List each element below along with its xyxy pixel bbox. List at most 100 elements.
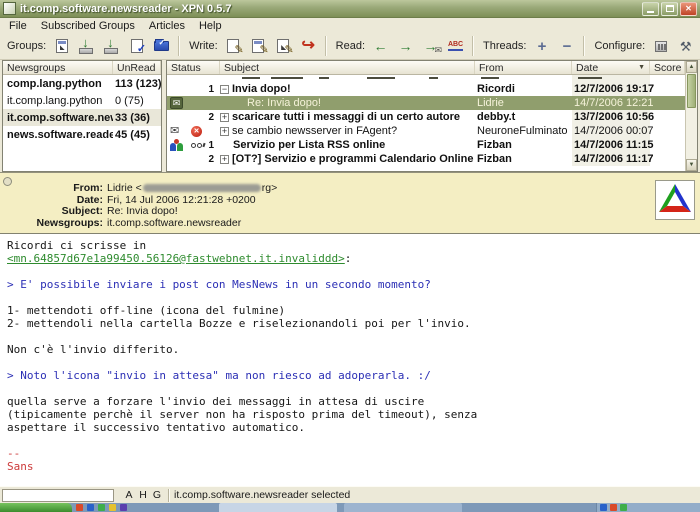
body-line: 1- mettendoti off-line (icona del fulmin… <box>7 304 693 317</box>
reply-by-mail-button[interactable]: ↪ <box>297 35 320 57</box>
get-articles-all-button[interactable]: ↓ <box>75 35 98 57</box>
filters-button[interactable] <box>649 35 672 57</box>
new-article-button[interactable]: ✎ <box>222 35 245 57</box>
next-article-button[interactable]: → <box>394 35 417 57</box>
settings-button[interactable]: ⚒ <box>674 35 697 57</box>
expand-thread-icon[interactable]: + <box>220 113 229 122</box>
collapse-thread-icon[interactable]: − <box>220 85 229 94</box>
xpn-window: it.comp.software.newsreader - XPN 0.5.7 … <box>0 0 700 512</box>
message-row-selected[interactable]: ✉ Re: Invia dopo! Lidrie 14/7/2006 12:21 <box>167 96 685 110</box>
newsgroups-panel: Newsgroups UnRead comp.lang.python 113 (… <box>2 60 162 172</box>
system-tray[interactable] <box>596 503 700 512</box>
collapse-threads-button[interactable]: − <box>555 35 578 57</box>
quick-launch-icon[interactable] <box>76 504 83 511</box>
body-line: Ricordi ci scrisse in <box>7 239 693 252</box>
scrollbar-thumb[interactable] <box>687 74 696 108</box>
clipped-date <box>572 75 650 82</box>
score-cell <box>650 152 685 166</box>
newsgroups-label: Newsgroups: <box>0 218 103 230</box>
menu-subscribed-groups[interactable]: Subscribed Groups <box>34 20 142 32</box>
expand-threads-button[interactable]: + <box>530 35 553 57</box>
download-arrow-icon: ↓ <box>82 36 89 49</box>
get-articles-button[interactable]: ↓ <box>100 35 123 57</box>
score-cell <box>650 82 685 96</box>
mark-group-read-button[interactable]: ✓ <box>125 35 148 57</box>
app-icon[interactable] <box>3 2 16 15</box>
quick-launch[interactable] <box>72 503 212 512</box>
collapse-header-icon[interactable] <box>3 177 12 186</box>
message-row[interactable]: 1 Servizio per Lista RSS online Fizban 1… <box>167 138 685 152</box>
newsgroup-row[interactable]: comp.lang.python 113 (123) <box>3 75 161 92</box>
date-text: 13/7/2006 10:56 <box>572 110 650 124</box>
clipped-message-row[interactable] <box>167 75 685 82</box>
mark-all-read-button[interactable]: ABC <box>444 35 467 57</box>
newsgroup-unread-count: 33 (36) <box>113 112 161 124</box>
quick-launch-icon[interactable] <box>120 504 127 511</box>
flag-a: A <box>122 489 136 501</box>
minimize-button[interactable] <box>642 2 659 16</box>
newsgroup-row[interactable]: news.software.readers 45 (45) <box>3 126 161 143</box>
watched-thread-icon <box>191 143 205 148</box>
reply-button[interactable]: ✎ <box>247 35 270 57</box>
tray-icon[interactable] <box>610 504 617 511</box>
main-area: Newsgroups UnRead comp.lang.python 113 (… <box>0 60 700 172</box>
envelope-icon: ✉ <box>434 46 442 55</box>
task-button[interactable] <box>344 503 462 512</box>
arrow-left-icon: ← <box>374 39 388 53</box>
expand-thread-icon[interactable]: + <box>220 127 229 136</box>
status-column-header[interactable]: Status <box>167 61 220 74</box>
maximize-button[interactable] <box>661 2 678 16</box>
quick-launch-icon[interactable] <box>87 504 94 511</box>
previous-article-button[interactable]: ← <box>369 35 392 57</box>
subscribe-groups-button[interactable] <box>50 35 73 57</box>
message-list-scrollbar[interactable]: ▲ ▼ <box>685 61 697 171</box>
close-button[interactable]: ✕ <box>680 2 697 16</box>
newsgroup-row[interactable]: it.comp.lang.python 0 (75) <box>3 92 161 109</box>
threads-label: Threads: <box>483 40 526 52</box>
newsgroups-column-header[interactable]: Newsgroups <box>3 61 113 74</box>
scroll-down-button[interactable]: ▼ <box>686 159 697 171</box>
arrow-right-icon: → <box>399 39 413 53</box>
score-column-header[interactable]: Score <box>650 61 685 74</box>
message-row[interactable]: 1 − Invia dopo! Ricordi 12/7/2006 19:17 <box>167 82 685 96</box>
unread-column-header[interactable]: UnRead <box>113 61 161 74</box>
sort-desc-icon: ▼ <box>638 64 645 71</box>
catchup-group-button[interactable]: ✓ <box>150 35 173 57</box>
menu-help[interactable]: Help <box>192 20 229 32</box>
next-unread-button[interactable]: → ✉ <box>419 35 442 57</box>
task-button[interactable] <box>219 503 337 512</box>
message-row[interactable]: ✉ ✕ + se cambio newsserver in FAgent? Ne… <box>167 124 685 138</box>
date-column-header[interactable]: Date ▼ <box>572 61 650 74</box>
status-cell: 1 <box>167 138 220 152</box>
menu-articles[interactable]: Articles <box>142 20 192 32</box>
quoted-line: > Noto l'icona "invio in attesa" ma non … <box>7 369 693 382</box>
start-button[interactable] <box>0 503 72 512</box>
message-row[interactable]: 2 + scaricare tutti i messaggi di un cer… <box>167 110 685 124</box>
tray-icon[interactable] <box>600 504 607 511</box>
newsgroup-name: it.comp.software.newsreader <box>3 112 113 124</box>
message-row[interactable]: 2 + [OT?] Servizio e programmi Calendari… <box>167 152 685 166</box>
statusbar-separator <box>168 489 170 502</box>
status-cell: ✉ <box>167 96 220 110</box>
from-column-header[interactable]: From <box>475 61 572 74</box>
tray-icon[interactable] <box>620 504 627 511</box>
article-header-pane: From: Lidrie <rg> Date: Fri, 14 Jul 2006… <box>0 172 700 233</box>
score-cell <box>650 96 685 110</box>
quick-launch-icon[interactable] <box>98 504 105 511</box>
expand-thread-icon[interactable]: + <box>220 155 229 164</box>
message-id-link[interactable]: <mn.64857d67e1a99450.56126@fastwebnet.it… <box>7 252 345 265</box>
followup-button[interactable]: ✎ <box>272 35 295 57</box>
subject-column-header[interactable]: Subject <box>220 61 475 74</box>
minus-icon: − <box>563 39 572 54</box>
newsgroup-row-selected[interactable]: it.comp.software.newsreader 33 (36) <box>3 109 161 126</box>
title-bar: it.comp.software.newsreader - XPN 0.5.7 … <box>0 0 700 18</box>
date-text: 14/7/2006 12:21 <box>572 96 650 110</box>
scroll-up-button[interactable]: ▲ <box>686 61 697 73</box>
menu-file[interactable]: File <box>2 20 34 32</box>
body-line: Non c'è l'invio differito. <box>7 343 693 356</box>
signature-separator: -- <box>7 447 693 460</box>
from-text: NeuroneFulminato <box>475 124 572 138</box>
quick-launch-icon[interactable] <box>109 504 116 511</box>
subject-text: Re: Invia dopo! <box>247 97 321 109</box>
from-text: Fizban <box>475 138 572 152</box>
